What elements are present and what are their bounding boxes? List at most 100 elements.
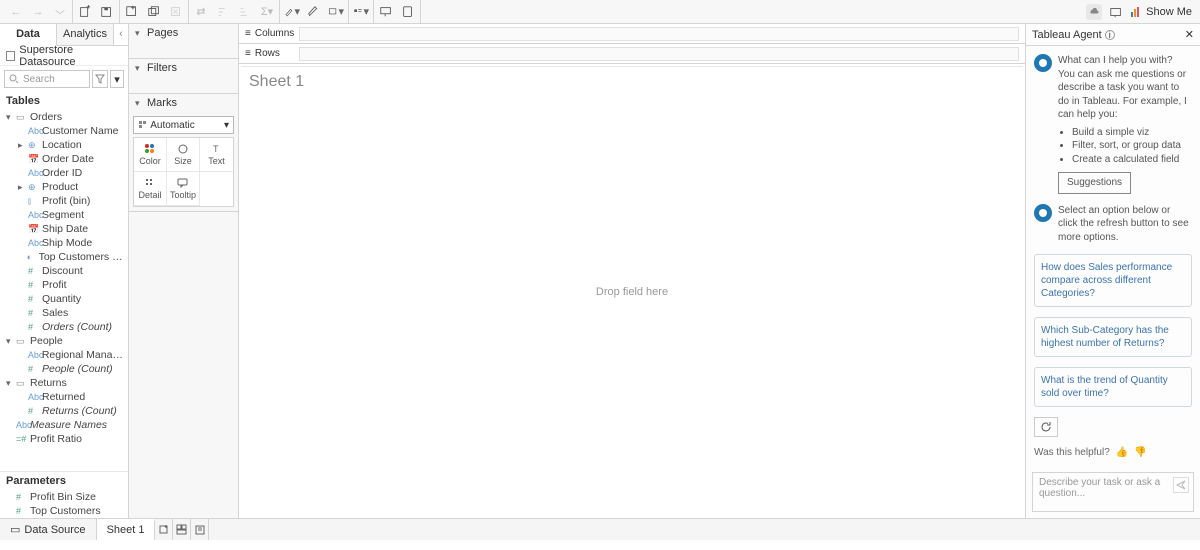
table-row[interactable]: ▾▭Returns	[0, 376, 128, 390]
marks-text[interactable]: TText	[200, 138, 233, 172]
marks-type-select[interactable]: Automatic ▾	[133, 116, 234, 134]
marks-tooltip[interactable]: Tooltip	[167, 172, 200, 206]
totals-icon[interactable]: Σ▾	[259, 4, 275, 20]
field-row[interactable]: AbcReturned	[0, 390, 128, 404]
field-row[interactable]: AbcOrder ID	[0, 166, 128, 180]
cloud-icon[interactable]	[1086, 4, 1102, 20]
swap-icon[interactable]: ⇄	[193, 4, 209, 20]
forward-icon[interactable]: →	[30, 4, 46, 20]
field-row[interactable]: #Quantity	[0, 292, 128, 306]
field-row[interactable]: #Orders (Count)	[0, 320, 128, 334]
presentation-icon[interactable]	[378, 4, 394, 20]
field-row[interactable]: 📅Order Date	[0, 152, 128, 166]
field-row[interactable]: ◐Top Customers by P...	[0, 250, 128, 264]
tab-analytics[interactable]: Analytics	[57, 24, 114, 45]
rows-shelf[interactable]	[299, 47, 1019, 61]
undo-dropdown-icon[interactable]	[52, 4, 68, 20]
close-icon[interactable]: ✕	[1185, 28, 1194, 41]
field-row[interactable]: #People (Count)	[0, 362, 128, 376]
sort-asc-icon[interactable]	[215, 4, 231, 20]
new-sheet-icon[interactable]	[155, 519, 173, 540]
agent-intro: What can I help you with?	[1058, 54, 1192, 68]
filter-icon[interactable]	[92, 70, 108, 88]
marks-color[interactable]: Color	[134, 138, 167, 172]
agent-intro2: You can ask me questions or describe a t…	[1058, 68, 1192, 122]
svg-text:T: T	[213, 144, 219, 154]
top-toolbar: ← → ⇄ Σ▾ ▾ ▾ ▾ Show Me	[0, 0, 1200, 24]
bottom-bar: ▭Data Source Sheet 1	[0, 518, 1200, 540]
send-icon[interactable]	[1173, 477, 1189, 493]
parameter-row[interactable]: #Top Customers	[0, 504, 128, 518]
back-icon[interactable]: ←	[8, 4, 24, 20]
field-row[interactable]: AbcSegment	[0, 208, 128, 222]
marks-detail[interactable]: Detail	[134, 172, 167, 206]
device-icon[interactable]	[400, 4, 416, 20]
show-me-button[interactable]: Show Me	[1130, 6, 1192, 18]
sheet-tab[interactable]: Sheet 1	[97, 519, 156, 540]
marks-size[interactable]: Size	[167, 138, 200, 172]
field-row[interactable]: #Profit	[0, 278, 128, 292]
table-row[interactable]: ▾▭People	[0, 334, 128, 348]
datasource-selector[interactable]: Superstore Datasource	[0, 46, 128, 66]
marks-shelf[interactable]: ▾Marks	[129, 94, 238, 112]
thumbs-up-icon[interactable]: 👍	[1116, 447, 1128, 458]
helpful-label: Was this helpful?	[1034, 447, 1110, 458]
new-worksheet-icon[interactable]	[124, 4, 140, 20]
agent-input[interactable]: Describe your task or ask a question...	[1032, 472, 1194, 512]
columns-shelf[interactable]	[299, 27, 1019, 41]
annotate-icon[interactable]	[306, 4, 322, 20]
field-row[interactable]: ▸⊕Product	[0, 180, 128, 194]
agent-placeholder: Describe your task or ask a question...	[1039, 477, 1160, 499]
data-panel: Data Analytics ‹ Superstore Datasource S…	[0, 24, 129, 518]
new-story-icon[interactable]	[191, 519, 209, 540]
parameter-row[interactable]: #Profit Bin Size	[0, 490, 128, 504]
info-icon[interactable]: i	[1105, 30, 1115, 40]
tables-header: Tables	[0, 92, 128, 110]
field-row[interactable]: ⫾Profit (bin)	[0, 194, 128, 208]
field-row[interactable]: AbcMeasure Names	[0, 418, 128, 432]
search-placeholder: Search	[23, 74, 55, 85]
field-row[interactable]: 📅Ship Date	[0, 222, 128, 236]
field-row[interactable]: AbcCustomer Name	[0, 124, 128, 138]
sheet-title[interactable]: Sheet 1	[249, 73, 304, 91]
save-icon[interactable]	[99, 4, 115, 20]
chevron-down-icon: ▾	[224, 120, 229, 131]
suggestion-card[interactable]: How does Sales performance compare acros…	[1034, 254, 1192, 307]
pages-shelf[interactable]: ▾Pages	[129, 24, 238, 42]
search-input[interactable]: Search	[4, 70, 90, 88]
search-menu-icon[interactable]: ▾	[110, 70, 124, 88]
suggestion-card[interactable]: What is the trend of Quantity sold over …	[1034, 367, 1192, 407]
field-row[interactable]: AbcShip Mode	[0, 236, 128, 250]
field-tree: ▾▭OrdersAbcCustomer Name▸⊕Location📅Order…	[0, 110, 128, 471]
filters-shelf[interactable]: ▾Filters	[129, 59, 238, 77]
field-row[interactable]: AbcRegional Manager	[0, 348, 128, 362]
share-icon[interactable]	[1108, 4, 1124, 20]
viz-canvas[interactable]: Sheet 1 Drop field here	[241, 66, 1023, 516]
refresh-button[interactable]	[1034, 417, 1058, 437]
show-labels-icon[interactable]: ▾	[353, 4, 369, 20]
collapse-panel-icon[interactable]: ‹	[114, 24, 128, 45]
parameters-tree: #Profit Bin Size#Top Customers	[0, 490, 128, 518]
fit-icon[interactable]: ▾	[328, 4, 344, 20]
new-dashboard-icon[interactable]	[173, 519, 191, 540]
highlight-icon[interactable]: ▾	[284, 4, 300, 20]
datasource-name: Superstore Datasource	[19, 44, 122, 68]
suggestions-button[interactable]: Suggestions	[1058, 172, 1131, 194]
field-row[interactable]: #Returns (Count)	[0, 404, 128, 418]
show-me-label: Show Me	[1146, 6, 1192, 18]
field-row[interactable]: #Sales	[0, 306, 128, 320]
datasource-tab[interactable]: ▭Data Source	[0, 519, 97, 540]
table-row[interactable]: ▾▭Orders	[0, 110, 128, 124]
duplicate-icon[interactable]	[146, 4, 162, 20]
datasource-tab-icon: ▭	[10, 523, 20, 536]
field-row[interactable]: ▸⊕Location	[0, 138, 128, 152]
new-data-icon[interactable]	[77, 4, 93, 20]
clear-icon[interactable]	[168, 4, 184, 20]
suggestion-card[interactable]: Which Sub-Category has the highest numbe…	[1034, 317, 1192, 357]
agent-title: Tableau Agent i	[1032, 29, 1115, 41]
field-row[interactable]: =#Profit Ratio	[0, 432, 128, 446]
sort-desc-icon[interactable]	[237, 4, 253, 20]
agent-bullet: Filter, sort, or group data	[1072, 139, 1192, 153]
thumbs-down-icon[interactable]: 👎	[1134, 447, 1146, 458]
field-row[interactable]: #Discount	[0, 264, 128, 278]
